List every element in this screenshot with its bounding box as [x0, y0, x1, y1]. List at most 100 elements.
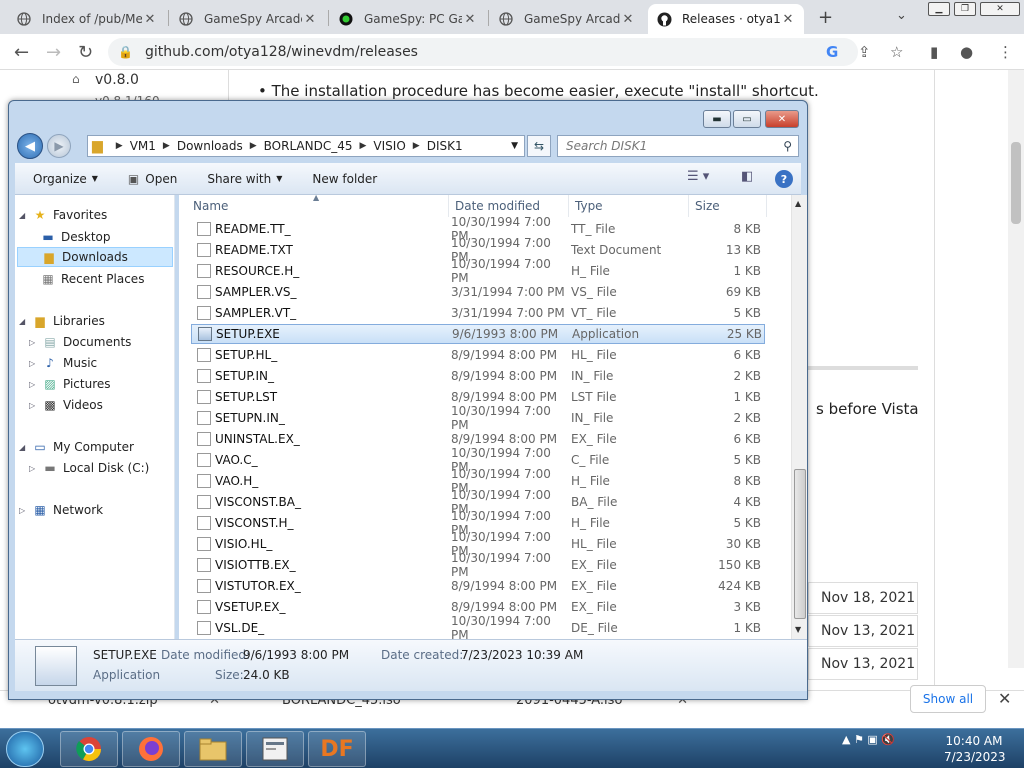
file-row[interactable]: SETUP.IN_ 8/9/1994 8:00 PM IN_ File 2 KB: [191, 366, 765, 386]
browser-toolbar: ← → ↻ 🔒 github.com/otya128/winevdm/relea…: [0, 34, 1024, 70]
chevron-down-icon[interactable]: ▼: [511, 141, 518, 151]
explorer-forward-icon[interactable]: ▶: [47, 134, 71, 158]
breadcrumb-item[interactable]: DISK1: [427, 139, 463, 153]
app-taskbar-icon[interactable]: [246, 731, 304, 767]
file-row[interactable]: SETUP.EXE 9/6/1993 8:00 PM Application 25 K…: [191, 324, 765, 344]
show-all-button[interactable]: Show all: [910, 685, 986, 713]
open-button[interactable]: ▣ Open: [128, 172, 177, 186]
nav-my-computer[interactable]: ◢ ▭ My Computer: [19, 437, 134, 457]
nav-recent-places[interactable]: ▦ Recent Places: [39, 269, 144, 289]
nav-documents[interactable]: ▷ ▤ Documents: [29, 332, 131, 352]
globe-icon: [16, 11, 32, 27]
column-header-size[interactable]: Size: [691, 195, 767, 217]
tab-label: Releases · otya128: [682, 12, 780, 26]
release-tag[interactable]: v0.8.0: [95, 72, 139, 88]
tab-close-icon[interactable]: ✕: [780, 12, 796, 27]
profile-avatar-icon[interactable]: ●: [960, 43, 973, 61]
scroll-up-icon[interactable]: ▲: [795, 199, 801, 208]
nav-network[interactable]: ▷ ▦ Network: [19, 500, 103, 520]
clock[interactable]: 10:40 AM 7/23/2023: [944, 733, 1006, 765]
tab-gamespy-arcade-2[interactable]: GameSpy Arcade ✕: [490, 4, 644, 34]
nav-videos[interactable]: ▷ ▩ Videos: [29, 395, 103, 415]
side-panel-icon[interactable]: ▮: [930, 43, 938, 61]
help-icon[interactable]: ?: [775, 170, 793, 188]
url-text: github.com/otya128/winevdm/releases: [144, 44, 418, 60]
reload-icon[interactable]: ↻: [78, 42, 93, 63]
breadcrumb[interactable]: ▆ ▶ VM1 ▶ Downloads ▶ BORLANDC_45 ▶ VISIO ▶ …: [87, 135, 525, 157]
menu-kebab-icon[interactable]: ⋮: [998, 43, 1013, 61]
share-with-button[interactable]: Share with ▼: [207, 172, 282, 186]
preview-pane-icon[interactable]: ◧: [741, 169, 753, 184]
nav-favorites[interactable]: ◢ ★ Favorites: [19, 205, 107, 225]
nav-music[interactable]: ▷ ♪ Music: [29, 353, 97, 373]
file-size: 8 KB: [733, 222, 761, 236]
nav-local-disk[interactable]: ▷ ▬ Local Disk (C:): [29, 458, 149, 478]
search-icon[interactable]: ⚲: [783, 139, 792, 153]
nav-libraries[interactable]: ◢ ▆ Libraries: [19, 311, 105, 331]
file-row[interactable]: SAMPLER.VS_ 3/31/1994 7:00 PM VS_ File 69 K…: [191, 282, 765, 302]
file-row[interactable]: SAMPLER.VT_ 3/31/1994 7:00 PM VT_ File 5 KB: [191, 303, 765, 323]
file-list-scrollbar[interactable]: ▲ ▼: [791, 195, 807, 639]
chrome-taskbar-icon[interactable]: [60, 731, 118, 767]
new-tab-button[interactable]: +: [818, 7, 833, 28]
file-row[interactable]: VSL.DE_ 10/30/1994 7:00 PM DE_ File 1 KB: [191, 614, 765, 639]
tab-close-icon[interactable]: ✕: [462, 12, 478, 27]
google-icon[interactable]: G: [826, 43, 838, 61]
forward-arrow-icon[interactable]: →: [46, 42, 61, 63]
music-icon: ♪: [46, 356, 54, 370]
start-button[interactable]: [6, 731, 44, 767]
share-icon[interactable]: ⇪: [858, 43, 871, 61]
tab-search-chevron-icon[interactable]: ⌄: [896, 8, 907, 23]
scroll-thumb[interactable]: [794, 469, 806, 619]
explorer-close-icon[interactable]: ✕: [765, 110, 799, 128]
url-bar[interactable]: 🔒 github.com/otya128/winevdm/releases: [108, 38, 858, 66]
search-input[interactable]: Search DISK1 ⚲: [557, 135, 799, 157]
breadcrumb-item[interactable]: BORLANDC_45: [264, 139, 353, 153]
explorer-taskbar-icon[interactable]: [184, 731, 242, 767]
file-size: 30 KB: [725, 537, 761, 551]
file-type: Application: [572, 327, 640, 341]
file-icon: [197, 369, 211, 383]
breadcrumb-item[interactable]: VM1: [130, 139, 156, 153]
file-row[interactable]: RESOURCE.H_ 10/30/1994 7:00 PM H_ File 1 KB: [191, 257, 765, 285]
explorer-back-icon[interactable]: ◀: [17, 133, 43, 159]
window-close-icon[interactable]: ✕: [980, 2, 1020, 16]
breadcrumb-item[interactable]: Downloads: [177, 139, 243, 153]
file-row[interactable]: SETUP.HL_ 8/9/1994 8:00 PM HL_ File 6 KB: [191, 345, 765, 365]
df-taskbar-icon[interactable]: DF: [308, 731, 366, 767]
view-options-icon[interactable]: ☰ ▾: [687, 169, 709, 184]
system-tray-icons[interactable]: ▲ ⚑ ▣ 🔇: [842, 733, 895, 746]
breadcrumb-item[interactable]: VISIO: [373, 139, 405, 153]
pictures-icon: ▨: [44, 377, 56, 391]
downloads-close-icon[interactable]: ✕: [998, 689, 1011, 708]
file-row[interactable]: VISTUTOR.EX_ 8/9/1994 8:00 PM EX_ File 424 …: [191, 576, 765, 596]
column-header-type[interactable]: Type: [571, 195, 689, 217]
file-icon: [197, 432, 211, 446]
tab-index-pub[interactable]: Index of /pub/Me ✕: [8, 4, 166, 34]
organize-button[interactable]: Organize ▼: [33, 172, 98, 186]
nav-downloads[interactable]: ▆ Downloads: [17, 247, 173, 267]
back-arrow-icon[interactable]: ←: [14, 42, 29, 63]
scroll-down-icon[interactable]: ▼: [795, 625, 801, 634]
file-row[interactable]: SETUPN.IN_ 10/30/1994 7:00 PM IN_ File 2 KB: [191, 404, 765, 432]
clock-time: 10:40 AM: [945, 734, 1003, 748]
nav-desktop[interactable]: ▬ Desktop: [39, 227, 110, 247]
tab-close-icon[interactable]: ✕: [302, 12, 318, 27]
tab-gamespy-arcade-1[interactable]: GameSpy Arcade ✕: [170, 4, 326, 34]
minimize-icon[interactable]: ▁: [928, 2, 950, 16]
explorer-maximize-icon[interactable]: ▭: [733, 110, 761, 128]
column-header-date[interactable]: Date modified: [451, 195, 569, 217]
page-scrollbar[interactable]: [1008, 70, 1024, 668]
tab-close-icon[interactable]: ✕: [142, 12, 158, 27]
restore-icon[interactable]: ❐: [954, 2, 976, 16]
firefox-taskbar-icon[interactable]: [122, 731, 180, 767]
tab-close-icon[interactable]: ✕: [620, 12, 636, 27]
tab-gamespy-pc[interactable]: GameSpy: PC Gan ✕: [330, 4, 486, 34]
file-row[interactable]: VISIOTTB.EX_ 10/30/1994 7:00 PM EX_ File 15…: [191, 551, 765, 579]
new-folder-button[interactable]: New folder: [312, 172, 377, 186]
nav-pictures[interactable]: ▷ ▨ Pictures: [29, 374, 111, 394]
refresh-icon[interactable]: ⇆: [527, 135, 551, 157]
tab-releases[interactable]: Releases · otya128 ✕: [648, 4, 804, 34]
bookmark-star-icon[interactable]: ☆: [890, 43, 903, 61]
explorer-minimize-icon[interactable]: ▬: [703, 110, 731, 128]
